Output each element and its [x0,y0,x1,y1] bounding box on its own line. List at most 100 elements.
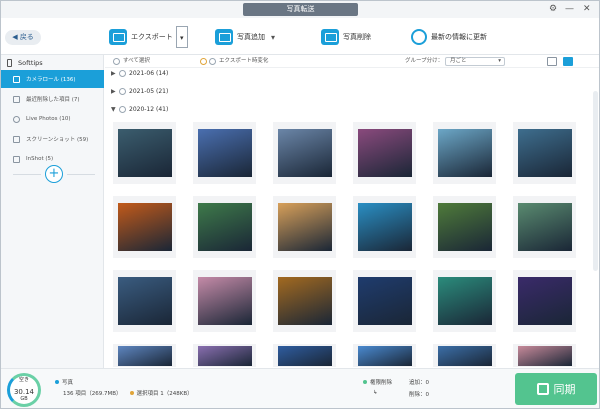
free-unit: GB [20,396,28,402]
photo-image [437,129,492,177]
delete-photo-label: 写真削除 [343,33,371,41]
photo-thumbnail[interactable] [273,270,336,332]
export-format-label: エクスポート時変化 [219,58,269,64]
sidebar-item-label: スクリーンショット (59) [26,137,89,143]
photo-thumbnail[interactable] [273,196,336,258]
album-icon [13,155,20,163]
sidebar-item-label: InShot (5) [26,156,54,162]
group-label: 2021-05 (21) [129,87,169,95]
photo-thumbnail[interactable] [433,122,496,184]
photo-image [517,277,572,325]
photo-image [357,203,412,251]
group-checkbox[interactable] [119,87,126,95]
large-grid-view-icon[interactable] [547,57,557,66]
minimize-icon[interactable]: — [565,3,574,16]
export-format-checkbox[interactable] [209,58,216,65]
photo-thumbnail[interactable] [433,196,496,258]
sidebar: Softtips カメラロール (136) 最近削除した項目 (7) Live … [1,55,104,368]
selected-items: 選択項目 1（248KB） [129,389,193,397]
add-album-button[interactable]: + [45,165,63,183]
export-format-icon [200,58,207,65]
group-header-2020-12[interactable]: ▼ 2020-12 (41) [111,104,168,114]
add-photo-button[interactable]: 写真追加 ▾ [215,25,275,49]
sidebar-item-live-photos[interactable]: Live Photos (10) [1,110,104,128]
photo-thumbnail[interactable] [353,122,416,184]
group-by-select[interactable]: 月ごと ▾ [445,57,505,66]
device-header[interactable]: Softtips [7,57,43,69]
settings-icon[interactable]: ⚙ [549,3,557,16]
photo-thumbnail[interactable] [353,270,416,332]
delete-photo-icon [321,29,339,45]
status-bar: 空き 30.14 GB 写真 136 項目（269.7MB） 選択項目 1（24… [1,368,599,408]
collapse-arrow-icon[interactable]: ▼ [111,106,119,113]
close-icon[interactable]: ✕ [583,3,591,16]
group-checkbox[interactable] [119,69,126,77]
photo-thumbnail[interactable] [193,270,256,332]
photo-image [117,277,172,325]
screenshot-icon [13,135,20,143]
photo-thumbnail[interactable] [513,270,576,332]
photo-image [197,345,252,366]
photo-thumbnail[interactable] [513,344,576,367]
photo-image [357,277,412,325]
add-photo-dropdown-icon[interactable]: ▾ [271,33,275,42]
title-bar: 写真転送 ⚙ — ✕ [1,1,599,18]
photo-thumbnail[interactable] [353,196,416,258]
refresh-icon [411,29,427,45]
photo-thumbnail[interactable] [433,270,496,332]
photo-thumbnail[interactable] [113,270,176,332]
photo-thumbnail[interactable] [513,196,576,258]
toolbar: ◀ 戻る エクスポート ▾ 写真追加 ▾ 写真削除 最新の情報に更新 [1,18,599,55]
photo-thumbnail[interactable] [273,122,336,184]
delete-photo-button[interactable]: 写真削除 [321,25,371,49]
group-by-value: 月ごと [450,58,467,64]
photo-image [517,129,572,177]
add-photo-icon [215,29,233,45]
selected-text: 選択項目 1（248KB） [136,391,193,397]
photo-image [437,277,492,325]
photo-thumbnail[interactable] [433,344,496,367]
photo-thumbnail[interactable] [193,122,256,184]
group-checkbox[interactable] [119,105,126,113]
photo-image [517,203,572,251]
photo-thumbnail[interactable] [113,196,176,258]
photo-thumbnail[interactable] [113,344,176,367]
photo-image [357,129,412,177]
sidebar-item-screenshots[interactable]: スクリーンショット (59) [1,130,104,148]
photo-image [437,203,492,251]
delete-count: 削除：0 [409,390,429,398]
photo-image [117,345,172,366]
group-label: 2020-12 (41) [129,105,169,113]
export-button[interactable]: エクスポート ▾ [109,25,188,49]
back-button[interactable]: ◀ 戻る [5,30,41,45]
photo-thumbnail[interactable] [513,122,576,184]
photo-image [197,129,252,177]
phone-icon [7,59,12,67]
small-grid-view-icon[interactable] [563,57,573,66]
refresh-button[interactable]: 最新の情報に更新 [411,25,487,49]
group-header-2021-05[interactable]: ▶ 2021-05 (21) [111,86,168,96]
sidebar-item-camera-roll[interactable]: カメラロール (136) [1,70,104,88]
sidebar-item-label: Live Photos (10) [26,116,71,122]
photo-thumbnail[interactable] [193,344,256,367]
divider [13,174,41,175]
photo-thumbnail[interactable] [193,196,256,258]
photo-thumbnail[interactable] [273,344,336,367]
filter-bar: すべて選択 エクスポート時変化 グループ分け： 月ごと ▾ [105,55,599,68]
sync-button[interactable]: 同期 [515,373,597,405]
export-label: エクスポート [131,33,173,41]
sidebar-item-recently-deleted[interactable]: 最近削除した項目 (7) [1,90,104,108]
expand-arrow-icon[interactable]: ▶ [111,88,119,95]
group-header-2021-06[interactable]: ▶ 2021-06 (14) [111,68,168,78]
app-window: 写真転送 ⚙ — ✕ ◀ 戻る エクスポート ▾ 写真追加 ▾ 写真削除 最新の… [0,0,600,409]
export-dropdown-icon[interactable]: ▾ [175,26,188,48]
sync-option[interactable]: 権限削除 [363,378,392,386]
scrollbar[interactable] [593,91,598,271]
photo-thumbnail[interactable] [353,344,416,367]
select-all-checkbox[interactable] [113,58,120,65]
photos-label: 写真 [62,380,74,386]
photo-thumbnail[interactable] [113,122,176,184]
sync-option-label: 権限削除 [370,380,393,386]
expand-arrow-icon[interactable]: ▶ [111,70,119,77]
photo-image [197,203,252,251]
